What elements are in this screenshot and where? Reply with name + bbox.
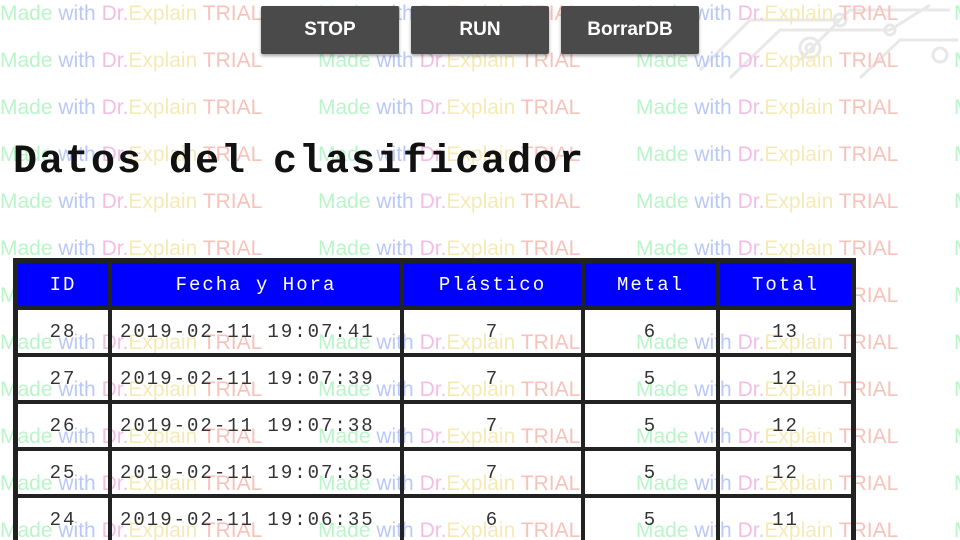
cell-plastico: 6 [402,496,583,540]
watermark-text: Made with Dr.Explain TRIAL [954,519,960,540]
cell-fecha-hora: 2019-02-11 19:07:35 [110,449,402,496]
watermark-text: Made with Dr.Explain TRIAL [0,96,263,119]
cell-metal: 5 [583,496,718,540]
stop-button[interactable]: STOP [261,6,399,54]
watermark-text: Made with Dr.Explain TRIAL [954,237,960,261]
cell-fecha-hora: 2019-02-11 19:06:35 [110,496,402,540]
cell-id: 27 [16,355,110,402]
watermark-text: Made with Dr.Explain TRIAL [636,190,899,213]
page-title: Datos del clasificador [13,140,586,185]
page-canvas: Made with Dr.Explain TRIAL Made with Dr.E… [0,0,960,540]
table-row: 27 2019-02-11 19:07:39 7 5 12 [16,355,853,402]
cell-plastico: 7 [402,308,583,355]
cell-fecha-hora: 2019-02-11 19:07:38 [110,402,402,449]
cell-total: 13 [718,308,853,355]
cell-fecha-hora: 2019-02-11 19:07:41 [110,308,402,355]
table-row: 25 2019-02-11 19:07:35 7 5 12 [16,449,853,496]
watermark-text: Made with Dr.Explain TRIAL [954,425,960,449]
watermark-text: Made with Dr.Explain TRIAL [0,190,263,213]
watermark-text: Made with Dr.Explain TRIAL [636,96,899,119]
column-header-total: Total [718,261,853,308]
watermark-text: Made with Dr.Explain TRIAL [318,190,581,213]
table-header-row: ID Fecha y Hora Plástico Metal Total [16,261,853,308]
cell-plastico: 7 [402,355,583,402]
watermark-text: Made with Dr.Explain TRIAL [954,96,960,120]
cell-metal: 6 [583,308,718,355]
cell-metal: 5 [583,355,718,402]
cell-total: 12 [718,449,853,496]
cell-total: 11 [718,496,853,540]
watermark-text: Made with Dr.Explain TRIAL [954,472,960,496]
table-row: 28 2019-02-11 19:07:41 7 6 13 [16,308,853,355]
cell-metal: 5 [583,402,718,449]
circuit-decoration [698,3,958,80]
cell-id: 26 [16,402,110,449]
borrar-db-button[interactable]: BorrarDB [561,6,699,54]
watermark-row: Made with Dr.Explain TRIAL Made with Dr.E… [0,190,960,214]
cell-total: 12 [718,402,853,449]
cell-metal: 5 [583,449,718,496]
watermark-text: Made with Dr.Explain TRIAL [954,143,960,167]
column-header-id: ID [16,261,110,308]
watermark-text: Made with Dr.Explain TRIAL [954,378,960,402]
watermark-text: Made with Dr.Explain TRIAL [954,284,960,308]
cell-id: 24 [16,496,110,540]
cell-total: 12 [718,355,853,402]
table-row: 24 2019-02-11 19:06:35 6 5 11 [16,496,853,540]
watermark-text: Made with Dr.Explain TRIAL [636,143,899,166]
cell-id: 25 [16,449,110,496]
column-header-plastico: Plástico [402,261,583,308]
table-row: 26 2019-02-11 19:07:38 7 5 12 [16,402,853,449]
cell-fecha-hora: 2019-02-11 19:07:39 [110,355,402,402]
watermark-text: Made with Dr.Explain TRIAL [954,190,960,214]
data-table: ID Fecha y Hora Plástico Metal Total 28 … [13,258,856,540]
run-button[interactable]: RUN [411,6,549,54]
cell-plastico: 7 [402,449,583,496]
column-header-fecha-hora: Fecha y Hora [110,261,402,308]
cell-plastico: 7 [402,402,583,449]
watermark-text: Made with Dr.Explain TRIAL [954,331,960,355]
watermark-row: Made with Dr.Explain TRIAL Made with Dr.E… [0,96,960,120]
column-header-metal: Metal [583,261,718,308]
watermark-text: Made with Dr.Explain TRIAL [318,96,581,119]
cell-id: 28 [16,308,110,355]
